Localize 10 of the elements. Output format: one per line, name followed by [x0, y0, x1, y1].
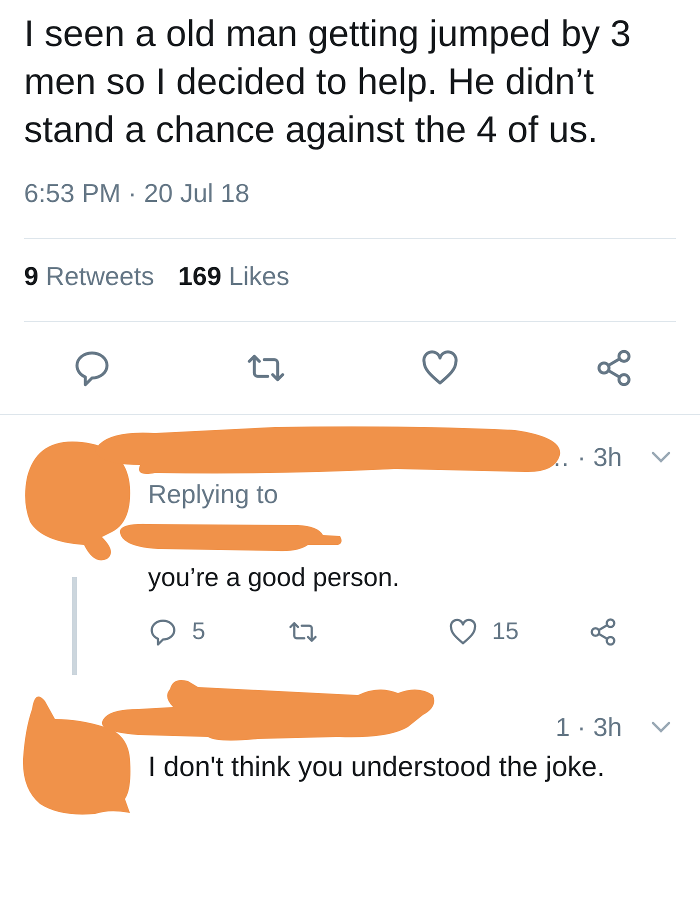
- replying-to-text: Replying to: [148, 479, 280, 511]
- stat-link[interactable]: 9 Retweets: [24, 261, 154, 301]
- reply-text: I don't think you understood the joke.: [148, 750, 606, 784]
- stat-link[interactable]: 169 Likes: [178, 261, 290, 301]
- reply-time: 1 · 3h: [556, 712, 622, 742]
- tweet-timestamp: 6:53 PM · 20 Jul 18: [24, 178, 250, 210]
- action-count: 15: [492, 618, 519, 646]
- tweet-text: I seen a old man getting jumped by 3 men so I decided to help. He didn’t stand a chance against the 4 of us.: [24, 12, 632, 152]
- reply-text: you’re a good person.: [148, 561, 401, 594]
- action-count: 5: [192, 618, 206, 646]
